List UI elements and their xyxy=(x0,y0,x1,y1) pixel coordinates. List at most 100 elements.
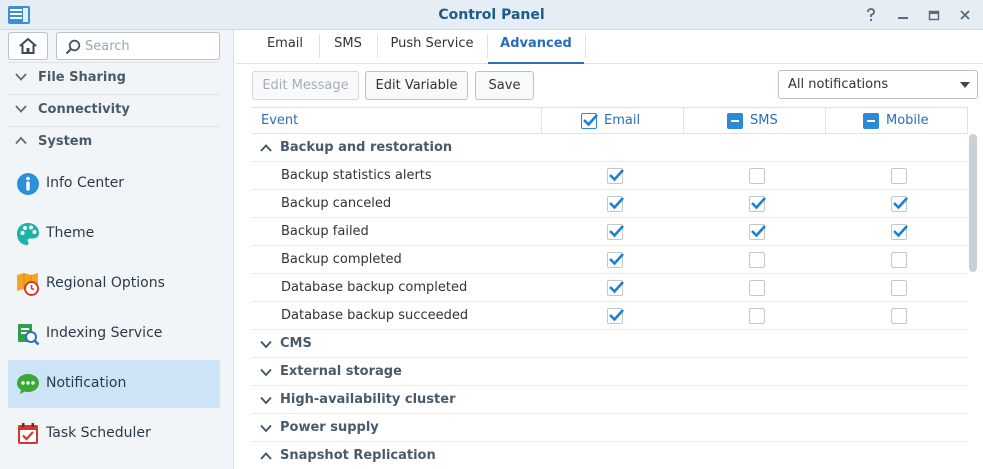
tab-push-service[interactable]: Push Service xyxy=(378,30,486,63)
tab-label: SMS xyxy=(334,36,362,51)
regional-clock-icon xyxy=(17,273,39,296)
help-button[interactable] xyxy=(860,4,882,26)
notification-filter-select[interactable]: All notifications xyxy=(778,70,978,99)
group-row-external-storage[interactable]: External storage xyxy=(252,358,968,386)
event-label: Backup completed xyxy=(281,252,402,267)
checkmark-icon xyxy=(609,309,624,322)
chevron-down-icon xyxy=(260,424,272,433)
checkmark-icon xyxy=(751,225,766,238)
edit-variable-button[interactable]: Edit Variable xyxy=(365,71,468,100)
sidebar-item-theme[interactable]: Theme xyxy=(8,210,220,258)
calendar-check-icon xyxy=(18,423,38,444)
chevron-down-icon xyxy=(260,368,272,377)
sidebar-item-label: Regional Options xyxy=(46,275,165,291)
sidebar-item-indexing-service[interactable]: Indexing Service xyxy=(8,310,220,358)
checkmark-icon xyxy=(583,114,598,127)
sms-select-all-checkbox[interactable] xyxy=(727,113,743,129)
sidebar-item-info-center[interactable]: Info Center xyxy=(8,160,220,208)
group-row-snapshot-replication[interactable]: Snapshot Replication xyxy=(252,442,968,469)
table-row[interactable]: Backup statistics alerts xyxy=(252,162,968,190)
group-row-high-availability-cluster[interactable]: High-availability cluster xyxy=(252,386,968,414)
email-select-all-checkbox[interactable] xyxy=(581,113,598,129)
table-row[interactable]: Database backup completed xyxy=(252,274,968,302)
group-label: Snapshot Replication xyxy=(280,448,436,463)
sidebar: File Sharing Connectivity System Info Ce… xyxy=(0,30,234,469)
maximize-button[interactable] xyxy=(923,4,945,26)
group-label: External storage xyxy=(280,364,402,379)
section-file-sharing[interactable]: File Sharing xyxy=(8,62,220,94)
section-label: System xyxy=(38,134,93,149)
minimize-icon xyxy=(898,17,908,19)
sms-checkbox[interactable] xyxy=(749,252,765,268)
mobile-checkbox[interactable] xyxy=(891,252,907,268)
table-row[interactable]: Database backup succeeded xyxy=(252,302,968,330)
group-row-backup-and-restoration[interactable]: Backup and restoration xyxy=(252,134,968,162)
email-checkbox[interactable] xyxy=(607,196,624,212)
home-button[interactable] xyxy=(8,32,48,60)
sms-checkbox[interactable] xyxy=(749,168,765,184)
sms-checkbox[interactable] xyxy=(749,308,765,324)
chevron-down-icon xyxy=(260,396,272,405)
mobile-checkbox[interactable] xyxy=(891,224,908,240)
table-row[interactable]: Backup failed xyxy=(252,218,968,246)
group-label: CMS xyxy=(280,336,312,351)
section-connectivity[interactable]: Connectivity xyxy=(8,94,220,126)
email-checkbox[interactable] xyxy=(607,224,624,240)
window-title: Control Panel xyxy=(438,7,545,23)
email-checkbox[interactable] xyxy=(607,280,624,296)
mobile-checkbox[interactable] xyxy=(891,168,907,184)
tab-sms[interactable]: SMS xyxy=(320,30,376,63)
sidebar-item-regional-options[interactable]: Regional Options xyxy=(8,260,220,308)
tab-email[interactable]: Email xyxy=(252,30,318,63)
checkmark-icon xyxy=(609,281,624,294)
table-scrollbar[interactable] xyxy=(969,134,977,272)
checkmark-icon xyxy=(751,197,766,210)
maximize-icon xyxy=(928,10,940,21)
home-icon xyxy=(19,38,37,54)
checkmark-icon xyxy=(609,253,624,266)
group-row-power-supply[interactable]: Power supply xyxy=(252,414,968,442)
column-header-mobile: Mobile xyxy=(886,113,929,128)
sms-checkbox[interactable] xyxy=(749,224,766,240)
search-field[interactable] xyxy=(56,32,220,60)
chevron-down-icon xyxy=(260,340,272,349)
help-icon xyxy=(867,8,875,21)
email-checkbox[interactable] xyxy=(607,168,624,184)
sidebar-item-label: Indexing Service xyxy=(46,325,163,341)
column-divider xyxy=(825,108,826,134)
column-header-sms: SMS xyxy=(750,113,778,128)
table-row[interactable]: Backup canceled xyxy=(252,190,968,218)
group-row-cms[interactable]: CMS xyxy=(252,330,968,358)
close-button[interactable] xyxy=(954,4,976,26)
close-icon xyxy=(960,10,970,20)
event-label: Backup statistics alerts xyxy=(281,168,432,183)
column-divider xyxy=(683,108,684,134)
minimize-button[interactable] xyxy=(892,4,914,26)
mobile-checkbox[interactable] xyxy=(891,280,907,296)
tab-bar: Email SMS Push Service Advanced xyxy=(236,30,983,64)
section-system[interactable]: System xyxy=(8,126,220,158)
column-divider xyxy=(967,108,968,134)
dropdown-arrow-icon xyxy=(960,82,970,88)
mobile-select-all-checkbox[interactable] xyxy=(863,113,879,129)
event-label: Database backup completed xyxy=(281,280,468,295)
edit-message-button[interactable]: Edit Message xyxy=(252,71,359,100)
table-header: Event Email SMS Mobile xyxy=(252,107,968,134)
chevron-down-icon xyxy=(15,105,27,113)
event-label: Database backup succeeded xyxy=(281,308,469,323)
search-input[interactable] xyxy=(85,37,215,55)
chevron-down-icon xyxy=(15,73,27,81)
table-row[interactable]: Backup completed xyxy=(252,246,968,274)
sidebar-item-notification[interactable]: Notification xyxy=(8,360,220,408)
email-checkbox[interactable] xyxy=(607,308,624,324)
sms-checkbox[interactable] xyxy=(749,196,766,212)
mobile-checkbox[interactable] xyxy=(891,196,908,212)
mobile-checkbox[interactable] xyxy=(891,308,907,324)
tab-advanced[interactable]: Advanced xyxy=(488,30,584,64)
save-button[interactable]: Save xyxy=(475,71,534,100)
sidebar-item-label: Theme xyxy=(46,225,95,241)
sms-checkbox[interactable] xyxy=(749,280,765,296)
palette-icon xyxy=(17,223,39,245)
email-checkbox[interactable] xyxy=(607,252,624,268)
sidebar-item-task-scheduler[interactable]: Task Scheduler xyxy=(8,410,220,458)
